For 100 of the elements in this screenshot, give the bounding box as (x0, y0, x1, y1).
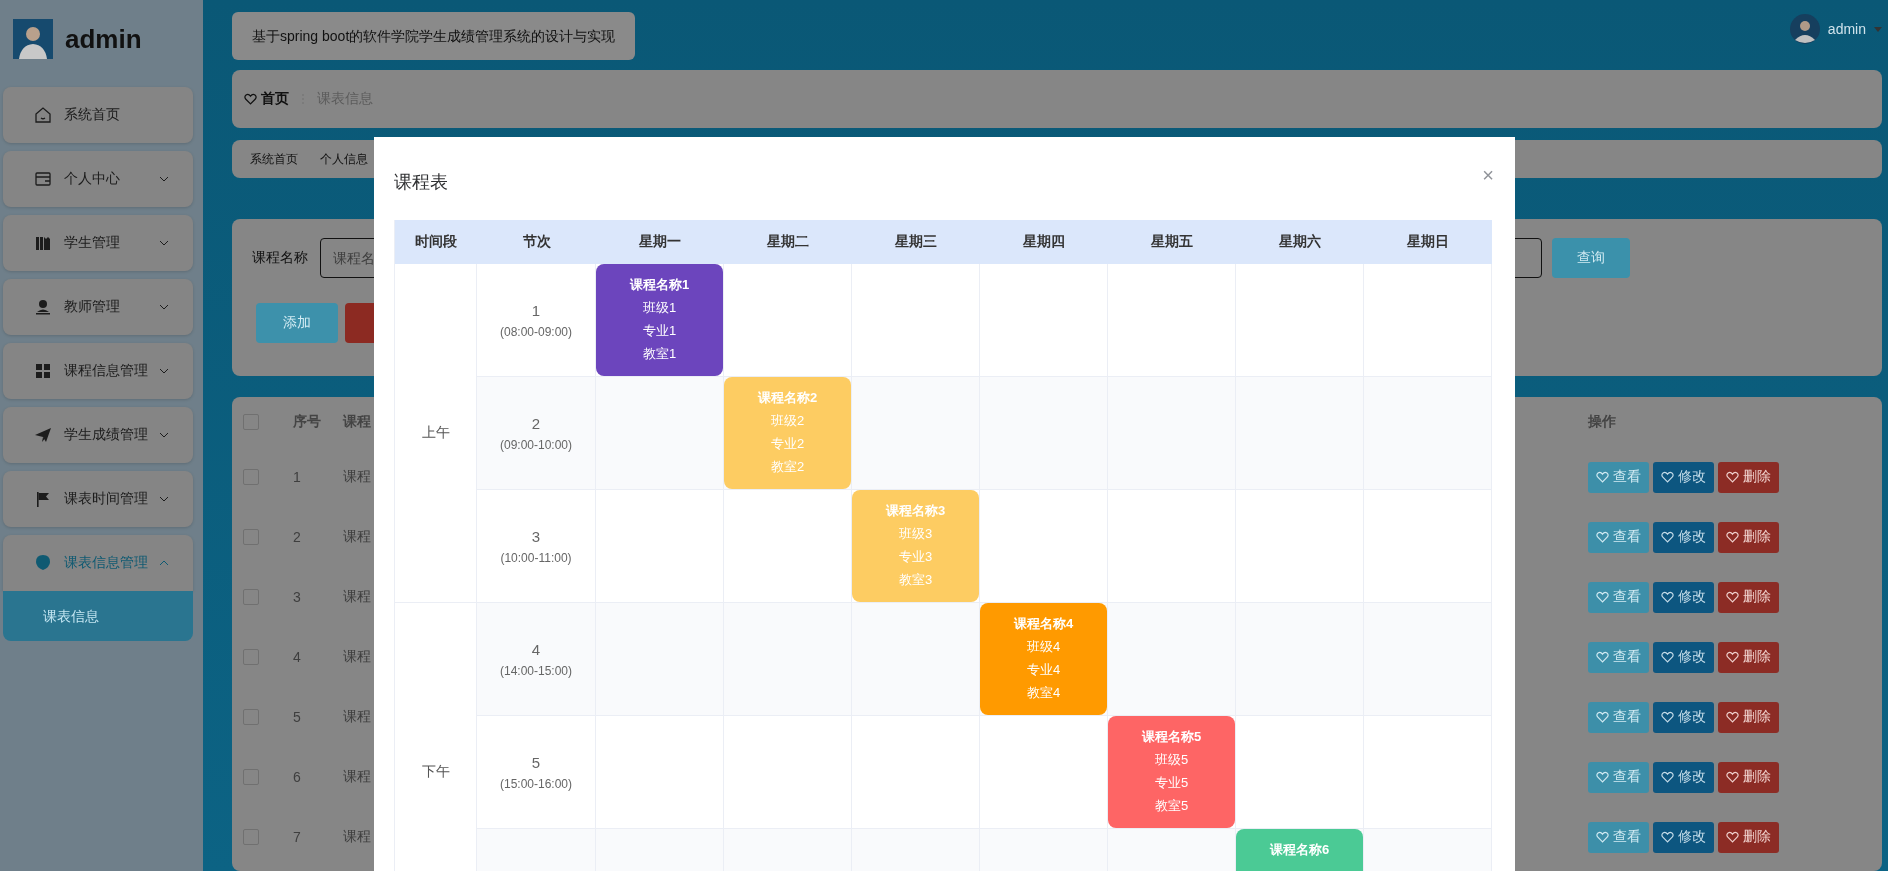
major-name: 专业5 (1154, 774, 1189, 792)
house-icon (34, 106, 52, 124)
column-header: 星期日 (1364, 220, 1492, 264)
view-button[interactable]: 查看 (1588, 521, 1649, 553)
column-header: 节次 (477, 220, 596, 264)
course-name: 课程名称6 (1269, 841, 1330, 859)
major-name: 专业1 (642, 322, 677, 340)
heart-icon (1596, 831, 1609, 843)
caret-icon (1874, 26, 1882, 32)
class-name: 班级2 (770, 412, 805, 430)
table-cell: 5 (293, 709, 301, 725)
table-cell: 课程 (343, 708, 371, 726)
period-number: 5 (531, 753, 541, 771)
chevron-icon (159, 432, 169, 438)
course-name: 课程名称5 (1141, 728, 1202, 746)
view-button[interactable]: 查看 (1588, 461, 1649, 493)
heart-icon (1726, 831, 1739, 843)
sidebar-item[interactable]: 课表时间管理 (3, 471, 193, 527)
course-name: 课程名称3 (885, 502, 946, 520)
table-cell: 课程 (343, 648, 371, 666)
system-title: 基于spring boot的软件学院学生成绩管理系统的设计与实现 (232, 12, 636, 60)
course-card[interactable]: 课程名称1 班级1 专业1 教室1 (596, 264, 723, 376)
query-button[interactable]: 查询 (1552, 238, 1630, 278)
heart-icon (1661, 471, 1674, 483)
heart-icon (1596, 471, 1609, 483)
table-cell: 4 (293, 649, 301, 665)
view-button[interactable]: 查看 (1588, 581, 1649, 613)
edit-button[interactable]: 修改 (1653, 701, 1714, 733)
room-name: 教室2 (770, 458, 805, 476)
flag-icon (34, 490, 52, 508)
class-name: 班级3 (898, 525, 933, 543)
column-header: 课程 (343, 413, 371, 431)
edit-button[interactable]: 修改 (1653, 761, 1714, 793)
room-name: 教室4 (1026, 684, 1061, 702)
class-name: 班级1 (642, 299, 677, 317)
chevron-icon (159, 304, 169, 310)
chevron-icon (159, 240, 169, 246)
table-cell: 课程 (343, 828, 371, 846)
edit-button[interactable]: 修改 (1653, 461, 1714, 493)
view-button[interactable]: 查看 (1588, 761, 1649, 793)
tab[interactable]: 系统首页 (250, 150, 298, 168)
add-button[interactable]: 添加 (256, 303, 338, 343)
submenu-item[interactable]: 课表信息 (3, 591, 193, 641)
heart-icon (1596, 531, 1609, 543)
edit-button[interactable]: 修改 (1653, 821, 1714, 853)
heart-icon (1726, 471, 1739, 483)
edit-button[interactable]: 修改 (1653, 641, 1714, 673)
delete-button[interactable]: 删除 (1718, 581, 1779, 613)
sidebar-item[interactable]: 系统首页 (3, 87, 193, 143)
delete-button[interactable]: 删除 (1718, 821, 1779, 853)
view-button[interactable]: 查看 (1588, 641, 1649, 673)
course-name: 课程名称1 (629, 276, 690, 294)
class-name: 班级5 (1154, 751, 1189, 769)
course-card[interactable]: 课程名称5 班级5 专业5 教室5 (1108, 716, 1235, 828)
heart-icon (1726, 711, 1739, 723)
sidebar-item[interactable]: 课程信息管理 (3, 343, 193, 399)
period-time: (08:00-09:00) (499, 324, 572, 339)
period-number: 3 (531, 527, 541, 545)
edit-button[interactable]: 修改 (1653, 521, 1714, 553)
heart-icon (1661, 531, 1674, 543)
room-name: 教室5 (1154, 797, 1189, 815)
sidebar-item[interactable]: 学生管理 (3, 215, 193, 271)
view-button[interactable]: 查看 (1588, 821, 1649, 853)
table-cell: 1 (293, 469, 301, 485)
breadcrumb-link[interactable]: 首页 (261, 90, 289, 108)
column-header: 星期二 (724, 220, 852, 264)
delete-button[interactable]: 删除 (1718, 521, 1779, 553)
user-name[interactable]: admin (1827, 21, 1866, 37)
tab[interactable]: 个人信息 (320, 150, 368, 168)
view-button[interactable]: 查看 (1588, 701, 1649, 733)
heart-icon (1661, 591, 1674, 603)
edit-button[interactable]: 修改 (1653, 581, 1714, 613)
delete-button[interactable]: 删除 (1718, 641, 1779, 673)
sidebar-item[interactable]: 学生成绩管理 (3, 407, 193, 463)
heart-icon (1596, 651, 1609, 663)
major-name: 专业2 (770, 435, 805, 453)
delete-button[interactable]: 删除 (1718, 461, 1779, 493)
period-number: 1 (531, 301, 541, 319)
sidebar-item[interactable]: 个人中心 (3, 151, 193, 207)
table-cell: 上午 (395, 264, 477, 603)
column-header: 星期一 (596, 220, 724, 264)
table-cell: 课程 (343, 468, 371, 486)
table-cell: 2 (293, 529, 301, 545)
grid-icon (34, 362, 52, 380)
column-header: 星期六 (1236, 220, 1364, 264)
room-name: 教室3 (898, 571, 933, 589)
chevron-icon (159, 560, 169, 566)
chevron-icon (159, 368, 169, 374)
delete-button[interactable]: 删除 (1718, 761, 1779, 793)
delete-button[interactable]: 删除 (1718, 701, 1779, 733)
course-name: 课程名称4 (1013, 615, 1074, 633)
chevron-icon (159, 176, 169, 182)
sidebar-item[interactable]: 教师管理 (3, 279, 193, 335)
column-header: 操作 (1588, 413, 1616, 431)
period-time: (09:00-10:00) (499, 437, 572, 452)
close-button[interactable]: × (1482, 164, 1494, 187)
column-header: 星期三 (852, 220, 980, 264)
class-name: 班级4 (1026, 638, 1061, 656)
table-cell: 课程 (343, 768, 371, 786)
heart-icon (1726, 531, 1739, 543)
